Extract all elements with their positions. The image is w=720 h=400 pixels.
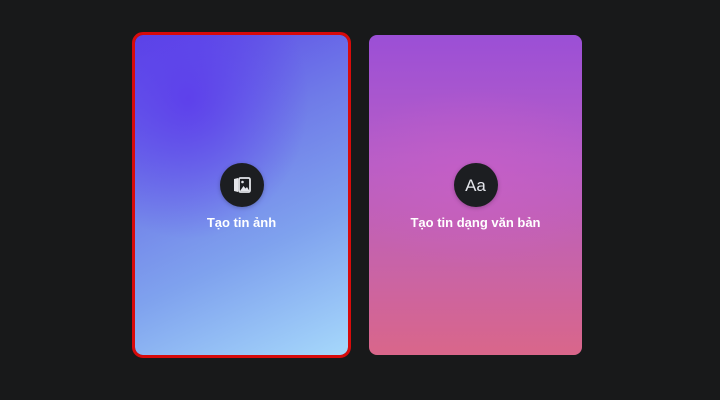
create-photo-story-label: Tạo tin ảnh	[206, 215, 277, 230]
text-icon-circle: Aa	[453, 163, 498, 207]
create-photo-story-card[interactable]: Tạo tin ảnh	[132, 32, 351, 358]
create-text-story-label: Tạo tin dạng văn bản	[410, 215, 541, 230]
create-text-story-card[interactable]: Aa Tạo tin dạng văn bản	[369, 35, 582, 355]
text-aa-icon: Aa	[465, 175, 486, 195]
photo-icon-circle	[219, 163, 264, 207]
photo-gallery-icon	[233, 177, 251, 193]
